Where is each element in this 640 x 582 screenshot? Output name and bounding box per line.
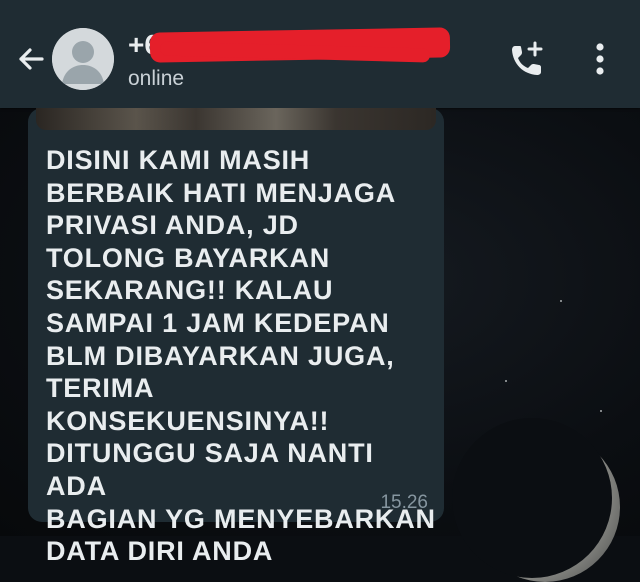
star xyxy=(505,380,507,382)
arrow-left-icon[interactable] xyxy=(14,42,48,76)
message-timestamp: 15.26 xyxy=(380,492,428,513)
chat-header: +6 online xyxy=(0,0,640,108)
default-avatar-icon[interactable] xyxy=(52,28,114,90)
media-preview-image[interactable] xyxy=(36,108,436,130)
moon-shadow xyxy=(452,418,612,578)
message-bubble[interactable]: DISINI KAMI MASIH BERBAIK HATI MENJAGA P… xyxy=(28,108,444,566)
message-text: DISINI KAMI MASIH BERBAIK HATI MENJAGA P… xyxy=(46,145,436,567)
star xyxy=(600,410,602,412)
star xyxy=(560,300,562,302)
add-call-icon[interactable] xyxy=(508,40,546,80)
contact-status: online xyxy=(128,67,185,90)
more-vert-icon[interactable] xyxy=(590,42,610,78)
